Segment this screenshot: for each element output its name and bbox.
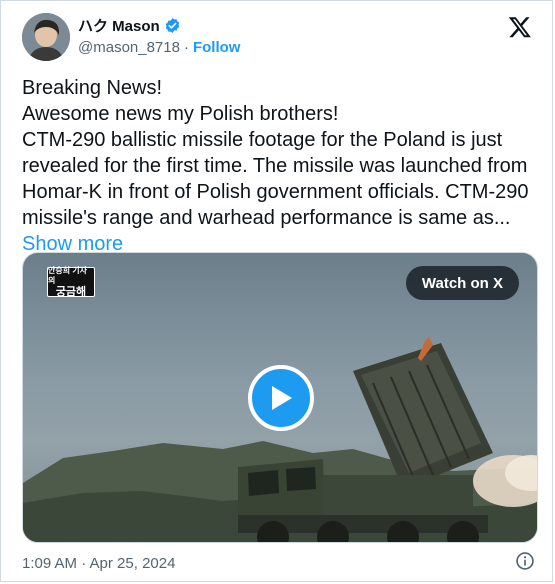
channel-watermark: 안승희 기자의 궁금해	[47, 266, 95, 298]
play-icon	[272, 386, 292, 410]
tweet-line: Breaking News!	[22, 77, 163, 99]
watermark-big-text: 궁금해	[55, 286, 87, 298]
video-media[interactable]: 안승희 기자의 궁금해 Watch on X	[22, 252, 538, 543]
info-icon[interactable]	[515, 551, 535, 571]
x-logo-icon[interactable]	[508, 15, 532, 39]
author-display-name[interactable]: ハク Mason	[78, 15, 160, 36]
tweet-line: Awesome news my Polish brothers!	[22, 103, 339, 125]
tweet-timestamp[interactable]: 1:09 AM · Apr 25, 2024	[22, 555, 175, 572]
verified-badge-icon	[165, 18, 179, 33]
avatar[interactable]	[22, 13, 70, 61]
play-button[interactable]	[248, 365, 314, 431]
tweet-line: CTM-290 ballistic missile footage for th…	[22, 127, 537, 257]
tweet-line-text: CTM-290 ballistic missile footage for th…	[22, 129, 529, 229]
handle-separator: ·	[183, 39, 189, 56]
avatar-image	[22, 13, 70, 61]
watermark-small-text: 안승희 기자의	[48, 266, 88, 285]
tweet-text: Breaking News! Awesome news my Polish br…	[22, 75, 537, 257]
author-handle[interactable]: @mason_8718	[78, 39, 180, 56]
tweet-card[interactable]: ハク Mason @mason_8718 · Follow Breaking N…	[0, 0, 553, 582]
follow-button[interactable]: Follow	[193, 39, 241, 56]
watch-on-x-button[interactable]: Watch on X	[405, 266, 519, 300]
